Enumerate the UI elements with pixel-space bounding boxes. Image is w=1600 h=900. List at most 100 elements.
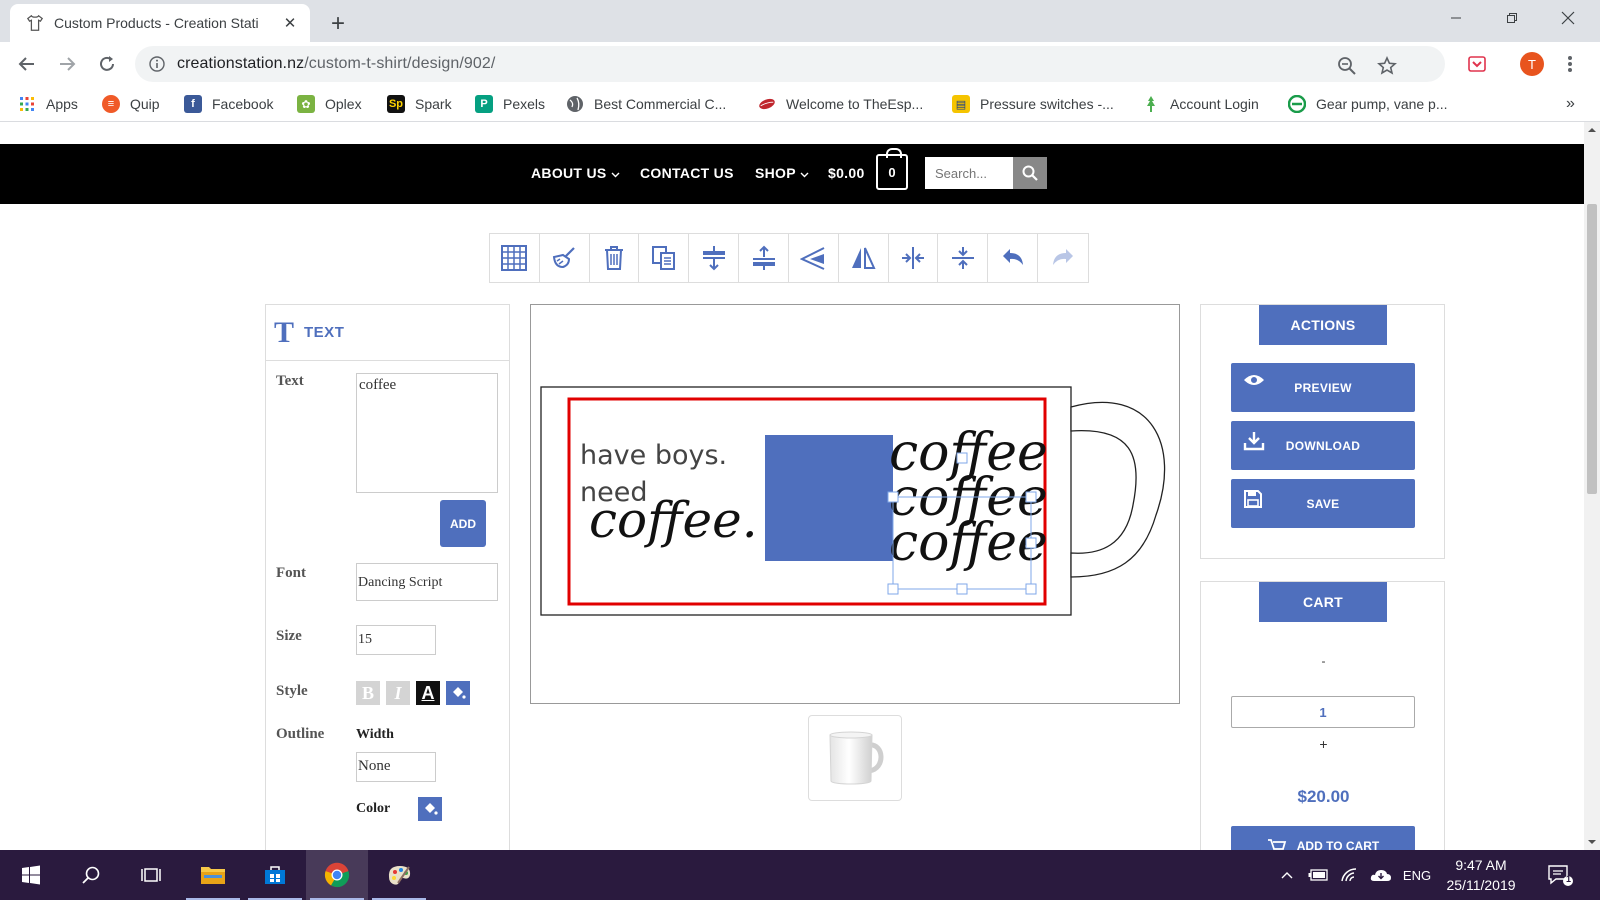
save-button[interactable]: SAVE (1231, 479, 1415, 528)
canvas-stack-coffee-3[interactable]: coffee (889, 513, 1048, 573)
zoom-icon[interactable] (1335, 54, 1359, 78)
actions-panel: ACTIONS PREVIEW DOWNLOAD SAVE (1200, 304, 1445, 559)
browser-tab[interactable]: Custom Products - Creation Stati ✕ (10, 4, 310, 42)
paint-icon[interactable] (368, 850, 430, 900)
preview-button[interactable]: PREVIEW (1231, 363, 1415, 412)
nav-about-us[interactable]: ABOUT US (531, 165, 620, 181)
canvas-script-coffee[interactable]: coffee. (589, 491, 758, 549)
search-taskbar-icon[interactable] (60, 850, 122, 900)
spark-icon: Sp (387, 95, 405, 113)
text-color-button[interactable]: A (416, 681, 440, 705)
address-bar[interactable]: creationstation.nz/custom-t-shirt/design… (135, 46, 1445, 82)
send-backward-icon[interactable] (789, 234, 839, 282)
flip-icon[interactable] (839, 234, 889, 282)
scrollbar-thumb[interactable] (1587, 204, 1597, 494)
outline-label: Outline (276, 726, 325, 742)
page-scrollbar[interactable] (1584, 122, 1600, 850)
menu-dots-icon[interactable] (1556, 50, 1584, 78)
system-clock[interactable]: 9:47 AM 25/11/2019 (1440, 855, 1522, 895)
clear-icon[interactable] (540, 234, 590, 282)
canvas-blue-rectangle[interactable] (765, 435, 893, 561)
add-text-button[interactable]: ADD (440, 500, 486, 547)
align-vertical-center-icon[interactable] (689, 234, 740, 282)
profile-avatar[interactable]: T (1518, 50, 1546, 78)
search-input[interactable] (925, 157, 1013, 189)
product-thumbnail[interactable] (808, 715, 902, 801)
reload-icon[interactable] (93, 50, 121, 78)
windows-start-icon[interactable] (0, 850, 62, 900)
quantity-increase[interactable]: + (1201, 736, 1446, 752)
bookmark-pexels[interactable]: P Pexels (475, 92, 545, 116)
facebook-icon: f (184, 95, 202, 113)
gear-pump-icon (1288, 95, 1306, 113)
undo-icon[interactable] (988, 234, 1039, 282)
tab-title: Custom Products - Creation Stati (54, 15, 259, 31)
download-button[interactable]: DOWNLOAD (1231, 421, 1415, 470)
design-canvas[interactable]: have boys. need coffee. coffee coffee co… (530, 304, 1180, 704)
center-vertical-icon[interactable] (938, 234, 989, 282)
close-window-icon[interactable] (1540, 0, 1596, 36)
back-arrow-icon[interactable] (13, 50, 41, 78)
bookmarks-overflow-icon[interactable]: » (1566, 92, 1575, 116)
pocket-extension-icon[interactable] (1463, 50, 1491, 78)
show-hidden-icons-icon[interactable] (1276, 850, 1298, 900)
bookmark-spark[interactable]: Sp Spark (387, 92, 452, 116)
chrome-icon[interactable] (306, 850, 368, 900)
forward-arrow-icon[interactable] (53, 50, 81, 78)
minimize-icon[interactable] (1428, 0, 1484, 36)
grid-icon[interactable] (490, 234, 540, 282)
canvas-text-line1[interactable]: have boys. (580, 440, 727, 471)
language-indicator[interactable]: ENG (1400, 850, 1434, 900)
font-select[interactable]: Dancing Script (356, 563, 498, 601)
task-view-icon[interactable] (120, 850, 182, 900)
bookmark-gear-pump[interactable]: Gear pump, vane p... (1288, 92, 1448, 116)
bookmark-apps[interactable]: Apps (18, 92, 78, 116)
bookmark-facebook[interactable]: f Facebook (184, 92, 273, 116)
duplicate-icon[interactable] (639, 234, 690, 282)
fill-bucket-icon[interactable] (446, 681, 470, 705)
italic-button[interactable]: I (386, 681, 410, 705)
product-price: $20.00 (1297, 787, 1350, 806)
restore-icon[interactable] (1484, 0, 1540, 36)
new-tab-icon[interactable]: + (324, 10, 352, 38)
outline-color-bucket-icon[interactable] (418, 797, 442, 821)
quantity-decrease[interactable]: - (1201, 654, 1446, 668)
quantity-input[interactable] (1231, 696, 1415, 728)
bookmark-quip[interactable]: ≡ Quip (102, 92, 160, 116)
windows-taskbar: ENG 9:47 AM 25/11/2019 1 (0, 850, 1600, 900)
bookmark-star-icon[interactable] (1375, 54, 1399, 78)
text-input[interactable]: coffee (356, 373, 498, 493)
bookmark-oplex[interactable]: ✿ Oplex (297, 92, 362, 116)
bookmark-theespresso[interactable]: Welcome to TheEsp... (758, 92, 923, 116)
redo-icon[interactable] (1038, 234, 1088, 282)
bookmark-account-login[interactable]: Account Login (1142, 92, 1259, 116)
font-label: Font (276, 565, 306, 581)
align-horizontal-center-icon[interactable] (739, 234, 789, 282)
cart-bag-icon[interactable]: 0 (876, 148, 908, 190)
site-info-icon[interactable] (149, 56, 165, 72)
notifications-icon[interactable]: 1 (1540, 850, 1580, 900)
outline-width-select[interactable]: None (356, 752, 436, 782)
scroll-up-icon[interactable] (1584, 124, 1600, 136)
store-icon[interactable] (244, 850, 306, 900)
file-explorer-icon[interactable] (182, 850, 244, 900)
battery-icon[interactable] (1305, 850, 1331, 900)
search-button[interactable] (1013, 157, 1047, 189)
close-tab-icon[interactable]: ✕ (280, 13, 300, 33)
search-icon (1022, 165, 1038, 181)
onedrive-icon[interactable] (1368, 850, 1394, 900)
coffee-bean-icon (758, 95, 776, 113)
bold-button[interactable]: B (356, 681, 380, 705)
nav-cart-total[interactable]: $0.00 (828, 165, 865, 181)
nav-contact-us[interactable]: CONTACT US (640, 165, 734, 181)
trash-icon[interactable] (590, 234, 640, 282)
bookmark-best-commercial[interactable]: Best Commercial C... (566, 92, 726, 116)
wifi-icon[interactable] (1337, 850, 1363, 900)
scroll-down-icon[interactable] (1584, 836, 1600, 848)
tab-strip: Custom Products - Creation Stati ✕ + (0, 0, 1600, 42)
size-input[interactable]: 15 (356, 625, 436, 655)
nav-shop[interactable]: SHOP (755, 165, 809, 181)
bookmark-pressure-switches[interactable]: ▤ Pressure switches -... (952, 92, 1114, 116)
add-to-cart-button[interactable]: ADD TO CART (1231, 826, 1415, 850)
center-horizontal-icon[interactable] (889, 234, 939, 282)
